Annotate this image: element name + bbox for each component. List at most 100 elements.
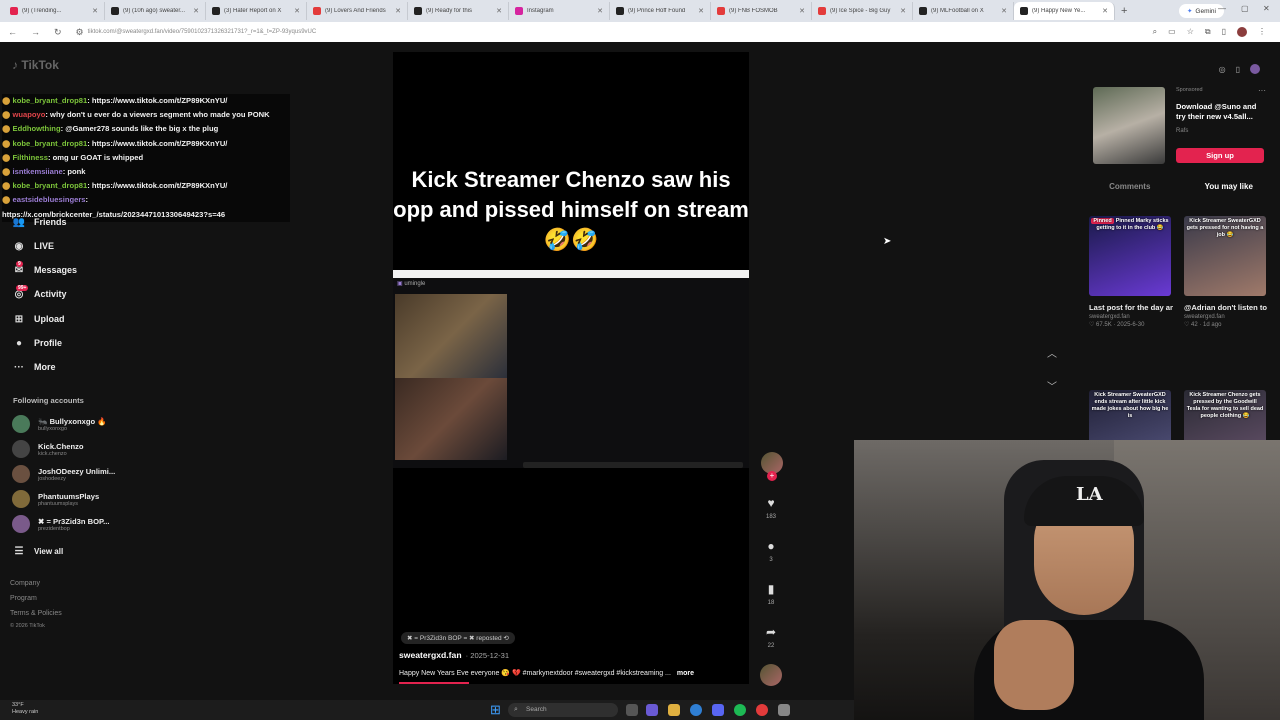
task-view-icon[interactable] <box>626 704 638 716</box>
browser-tab[interactable]: (9) Prince Hoff Found ✕ <box>610 2 711 20</box>
video-player[interactable]: Kick Streamer Chenzo saw his opp and pis… <box>393 52 749 684</box>
tab-close-icon[interactable]: ✕ <box>900 7 906 15</box>
signup-button[interactable]: Sign up <box>1176 148 1264 163</box>
browser-tab[interactable]: Instagram ✕ <box>509 2 610 20</box>
reposted-badge[interactable]: ✖ = Pr3Zid3n BOP = ✖ reposted ⟲ <box>401 632 515 644</box>
tab-close-icon[interactable]: ✕ <box>92 7 98 15</box>
app-icon[interactable] <box>778 704 790 716</box>
chat-username[interactable]: kobe_bryant_drop81 <box>13 96 88 105</box>
sidebar-item-live[interactable]: ◉ LIVE <box>12 236 152 256</box>
tab-close-icon[interactable]: ✕ <box>799 7 805 15</box>
back-icon[interactable]: ← <box>8 27 17 37</box>
recommended-video[interactable]: Pinned Pinned Marky sticks getting to it … <box>1089 216 1173 328</box>
forward-icon[interactable]: → <box>31 27 40 37</box>
tab-close-icon[interactable]: ✕ <box>1102 7 1108 15</box>
menu-icon[interactable]: ⋮ <box>1258 27 1266 37</box>
profile-avatar[interactable] <box>1237 27 1247 37</box>
user-avatar[interactable] <box>1250 64 1260 74</box>
new-tab-button[interactable]: + <box>1121 5 1127 17</box>
following-account[interactable]: ✖ = Pr3Zid3n BOP... prezidentbop <box>12 513 152 535</box>
footer-link[interactable]: Terms & Policies <box>10 610 62 617</box>
view-all-button[interactable]: ☰ View all <box>12 541 152 561</box>
sidebar-item-profile[interactable]: ● Profile <box>12 333 152 353</box>
sidebar-item-more[interactable]: ··· More <box>12 357 152 377</box>
browser-tab[interactable]: (9) MLFootball on X ✕ <box>913 2 1014 20</box>
maximize-button[interactable]: ▢ <box>1241 4 1249 13</box>
comment-button[interactable]: ● 3 <box>758 539 784 563</box>
sidebar-item-upload[interactable]: ⊞ Upload <box>12 309 152 329</box>
chat-username[interactable]: wuapoyo <box>13 110 46 119</box>
recommended-video[interactable]: Kick Streamer SweaterGXD ends stream aft… <box>1089 390 1173 444</box>
tab-comments[interactable]: Comments <box>1109 182 1150 191</box>
browser-tab[interactable]: (9) Happy New Ye... ✕ <box>1014 2 1115 20</box>
cast-icon[interactable]: ▭ <box>1168 27 1176 37</box>
chat-username[interactable]: kobe_bryant_drop81 <box>13 139 88 148</box>
copilot-icon[interactable] <box>646 704 658 716</box>
video-author[interactable]: sweatergxd.fan · 2025-12-31 <box>399 650 509 660</box>
search-icon[interactable]: ⌕ <box>1153 27 1157 37</box>
following-account[interactable]: JoshODeezy Unlimi... joshodeezy <box>12 463 152 485</box>
edge-icon[interactable] <box>690 704 702 716</box>
footer-link[interactable]: Program <box>10 595 37 602</box>
tab-close-icon[interactable]: ✕ <box>193 7 199 15</box>
browser-tab[interactable]: (9) (Trending... ✕ <box>4 2 105 20</box>
save-button[interactable]: ▮ 18 <box>758 582 784 606</box>
follow-plus-button[interactable]: + <box>767 471 777 481</box>
sidebar-item-activity[interactable]: ◎ 99+ Activity <box>12 284 152 304</box>
file-explorer-icon[interactable] <box>668 704 680 716</box>
more-link[interactable]: more <box>677 670 694 677</box>
taskbar-search[interactable]: ⌕ Search <box>508 703 618 717</box>
windows-start-icon[interactable]: ⊞ <box>490 703 501 717</box>
like-button[interactable]: ♥ 183 <box>758 496 784 520</box>
sidepanel-icon[interactable]: ▯ <box>1222 27 1226 37</box>
bookmark-star-icon[interactable]: ☆ <box>1187 27 1194 37</box>
video-progress-bar[interactable] <box>399 682 469 684</box>
previous-video-icon[interactable]: ︿ <box>1047 345 1057 360</box>
spotify-icon[interactable] <box>734 704 746 716</box>
chat-username[interactable]: kobe_bryant_drop81 <box>13 181 88 190</box>
discord-icon[interactable] <box>712 704 724 716</box>
following-account[interactable]: 🐜 Bullyxonxgo 🔥 bullyxonxgo <box>12 413 152 435</box>
extensions-icon[interactable]: ⧉ <box>1205 27 1211 37</box>
reload-icon[interactable]: ↻ <box>54 27 62 38</box>
tab-close-icon[interactable]: ✕ <box>597 7 603 15</box>
coin-icon[interactable]: ◎ <box>1219 65 1226 74</box>
tab-close-icon[interactable]: ✕ <box>1001 7 1007 15</box>
tiktok-logo[interactable]: ♪ TikTok <box>12 58 59 72</box>
tab-close-icon[interactable]: ✕ <box>698 7 704 15</box>
minimize-button[interactable]: — <box>1218 4 1226 13</box>
ad-thumbnail[interactable] <box>1093 87 1165 164</box>
chat-username[interactable]: Eddhowthing <box>13 124 61 133</box>
browser-tab[interactable]: (9) FNB FOSMOB ✕ <box>711 2 812 20</box>
next-video-icon[interactable]: ﹀ <box>1047 378 1057 393</box>
footer-link[interactable]: Company <box>10 580 40 587</box>
browser-tab[interactable]: (3) Hater Report on X ✕ <box>206 2 307 20</box>
close-window-button[interactable]: ✕ <box>1263 4 1270 13</box>
tab-close-icon[interactable]: ✕ <box>496 7 502 15</box>
tab-close-icon[interactable]: ✕ <box>395 7 401 15</box>
device-icon[interactable]: ▯ <box>1236 65 1240 74</box>
chrome-icon[interactable] <box>756 704 768 716</box>
browser-tab[interactable]: (9) Lovers And Friends ✕ <box>307 2 408 20</box>
sidebar-item-friends[interactable]: 👥 Friends <box>12 212 152 232</box>
sidebar-item-messages[interactable]: ✉ 9 Messages <box>12 260 152 280</box>
share-button[interactable]: ➦ 22 <box>758 625 784 649</box>
sound-avatar[interactable] <box>758 664 784 686</box>
chat-username[interactable]: eastsidebluesingers <box>13 195 86 204</box>
browser-tab[interactable]: (9) Ready for this ✕ <box>408 2 509 20</box>
tab-you-may-like[interactable]: You may like <box>1205 182 1253 191</box>
chat-username[interactable]: isntkemsiiane <box>13 167 63 176</box>
ad-menu-icon[interactable]: ··· <box>1258 86 1266 95</box>
following-account[interactable]: PhantuumsPlays phantuumsplays <box>12 488 152 510</box>
browser-tab[interactable]: (9) (10h ago) sweater... ✕ <box>105 2 206 20</box>
tab-close-icon[interactable]: ✕ <box>294 7 300 15</box>
chat-username[interactable]: Filthiness <box>13 153 48 162</box>
weather-widget[interactable]: 33°F Heavy rain <box>12 702 38 716</box>
ad-title[interactable]: Download @Suno and try their new v4.5all… <box>1176 102 1266 122</box>
url-field[interactable]: tiktok.com/@sweatergxd.fan/video/7590102… <box>88 29 317 35</box>
recommended-video[interactable]: Kick Streamer Chenzo gets pressed by the… <box>1184 390 1268 444</box>
site-info-icon[interactable]: ⚙ <box>76 27 84 38</box>
recommended-video[interactable]: Kick Streamer SweaterGXD gets pressed fo… <box>1184 216 1268 328</box>
browser-tab[interactable]: (9) Ice Spice - Big Guy ✕ <box>812 2 913 20</box>
following-account[interactable]: Kick.Chenzo kick.chenzo <box>12 438 152 460</box>
